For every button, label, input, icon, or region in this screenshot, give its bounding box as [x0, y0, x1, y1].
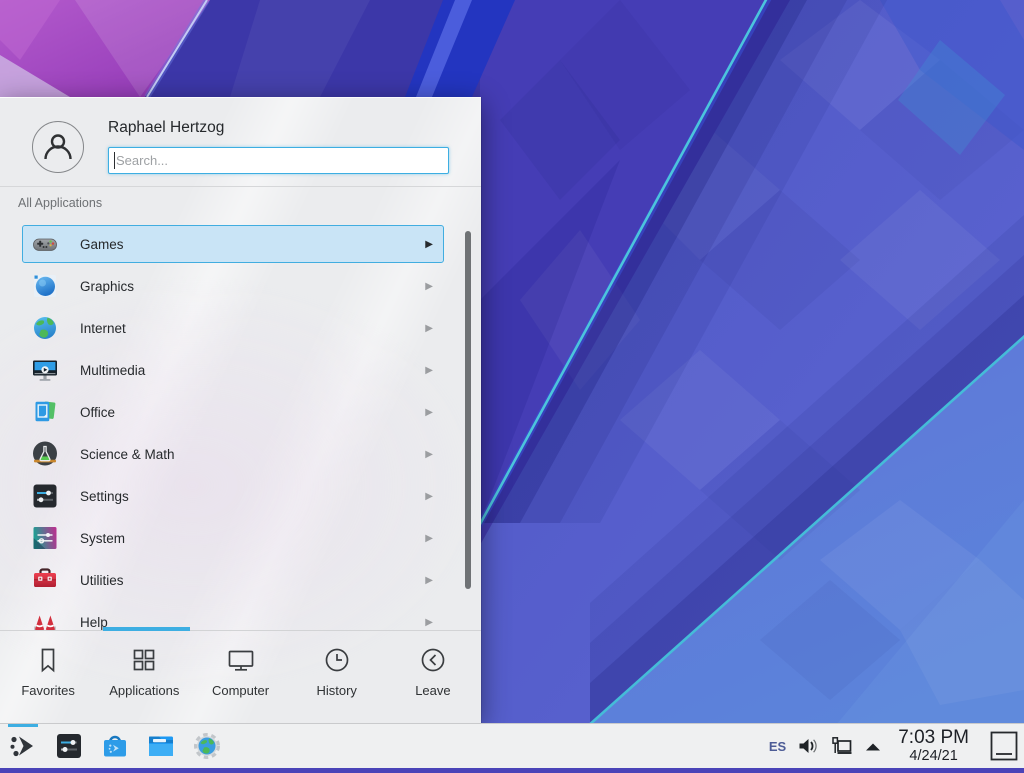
- category-label: Utilities: [80, 573, 124, 588]
- user-name: Raphael Hertzog: [108, 119, 224, 137]
- category-row-graphics[interactable]: Graphics ▶: [22, 267, 444, 305]
- header-divider: [0, 186, 481, 187]
- category-list: Games ▶ Graphics ▶: [0, 225, 481, 630]
- monitor-icon: [226, 645, 256, 675]
- network-icon[interactable]: [830, 735, 853, 757]
- category-label: Internet: [80, 321, 126, 336]
- category-row-internet[interactable]: Internet ▶: [22, 309, 444, 347]
- tab-label: Applications: [109, 683, 179, 698]
- category-label: Games: [80, 237, 124, 252]
- globe-icon: [31, 314, 59, 342]
- category-row-utilities[interactable]: Utilities ▶: [22, 561, 444, 599]
- submenu-arrow-icon: ▶: [425, 617, 433, 628]
- category-label: Settings: [80, 489, 129, 504]
- clock-date: 4/24/21: [898, 749, 969, 764]
- leave-icon: [418, 645, 448, 675]
- submenu-arrow-icon: ▶: [425, 365, 433, 376]
- category-label: Multimedia: [80, 363, 145, 378]
- tab-label: Favorites: [21, 683, 74, 698]
- submenu-arrow-icon: ▶: [425, 281, 433, 292]
- tab-label: Leave: [415, 683, 450, 698]
- search-input[interactable]: [108, 147, 449, 174]
- taskbar-app-icons: [0, 731, 222, 761]
- taskbar-panel: ES 7:03 PM 4/24/21: [0, 723, 1024, 768]
- system-settings-icon[interactable]: [54, 731, 84, 761]
- clock-icon: [322, 645, 352, 675]
- gamepad-icon: [31, 230, 59, 258]
- tab-favorites[interactable]: Favorites: [0, 631, 96, 723]
- category-label: Office: [80, 405, 115, 420]
- tab-computer[interactable]: Computer: [192, 631, 288, 723]
- tab-label: Computer: [212, 683, 269, 698]
- sphere-icon: [31, 272, 59, 300]
- digital-clock[interactable]: 7:03 PM 4/24/21: [898, 728, 969, 764]
- category-row-office[interactable]: Office ▶: [22, 393, 444, 431]
- monitor-play-icon: [31, 356, 59, 384]
- web-browser-icon[interactable]: [192, 731, 222, 761]
- section-label: All Applications: [18, 196, 102, 210]
- category-row-settings[interactable]: Settings ▶: [22, 477, 444, 515]
- submenu-arrow-icon: ▶: [425, 323, 433, 334]
- text-caret: [114, 152, 115, 169]
- flask-icon: [31, 440, 59, 468]
- tab-history[interactable]: History: [289, 631, 385, 723]
- volume-icon[interactable]: [797, 736, 819, 756]
- file-manager-icon[interactable]: [146, 731, 176, 761]
- submenu-arrow-icon: ▶: [425, 575, 433, 586]
- user-avatar[interactable]: [32, 121, 84, 173]
- category-row-help[interactable]: Help ▶: [22, 603, 444, 630]
- sliders-gradient-icon: [31, 524, 59, 552]
- show-desktop-button[interactable]: [990, 731, 1018, 761]
- clock-time: 7:03 PM: [898, 728, 969, 747]
- toolbox-icon: [31, 566, 59, 594]
- tab-leave[interactable]: Leave: [385, 631, 481, 723]
- submenu-arrow-icon: ▶: [425, 239, 433, 250]
- category-row-science-math[interactable]: Science & Math ▶: [22, 435, 444, 473]
- help-arrows-icon: [31, 608, 59, 630]
- launcher-active-indicator: [8, 724, 38, 727]
- launcher-tab-bar: Favorites Applications Computer: [0, 630, 481, 723]
- category-label: System: [80, 531, 125, 546]
- discover-store-icon[interactable]: [100, 731, 130, 761]
- category-label: Science & Math: [80, 447, 175, 462]
- sliders-dark-icon: [31, 482, 59, 510]
- active-tab-indicator: [103, 627, 190, 631]
- kickoff-launcher-icon[interactable]: [8, 731, 38, 761]
- grid-icon: [129, 645, 159, 675]
- application-launcher-popup: Raphael Hertzog All Applications Games ▶: [0, 97, 481, 723]
- documents-icon: [31, 398, 59, 426]
- category-row-games[interactable]: Games ▶: [22, 225, 444, 263]
- keyboard-layout-indicator[interactable]: ES: [769, 739, 786, 754]
- category-row-multimedia[interactable]: Multimedia ▶: [22, 351, 444, 389]
- submenu-arrow-icon: ▶: [425, 491, 433, 502]
- user-icon: [40, 129, 76, 165]
- submenu-arrow-icon: ▶: [425, 533, 433, 544]
- submenu-arrow-icon: ▶: [425, 449, 433, 460]
- submenu-arrow-icon: ▶: [425, 407, 433, 418]
- category-row-system[interactable]: System ▶: [22, 519, 444, 557]
- tab-label: History: [316, 683, 356, 698]
- scrollbar-thumb[interactable]: [465, 231, 471, 589]
- system-tray: ES 7:03 PM 4/24/21: [769, 728, 1024, 764]
- category-label: Graphics: [80, 279, 134, 294]
- tab-applications[interactable]: Applications: [96, 631, 192, 723]
- bookmark-icon: [33, 645, 63, 675]
- expand-tray-icon[interactable]: [864, 738, 882, 754]
